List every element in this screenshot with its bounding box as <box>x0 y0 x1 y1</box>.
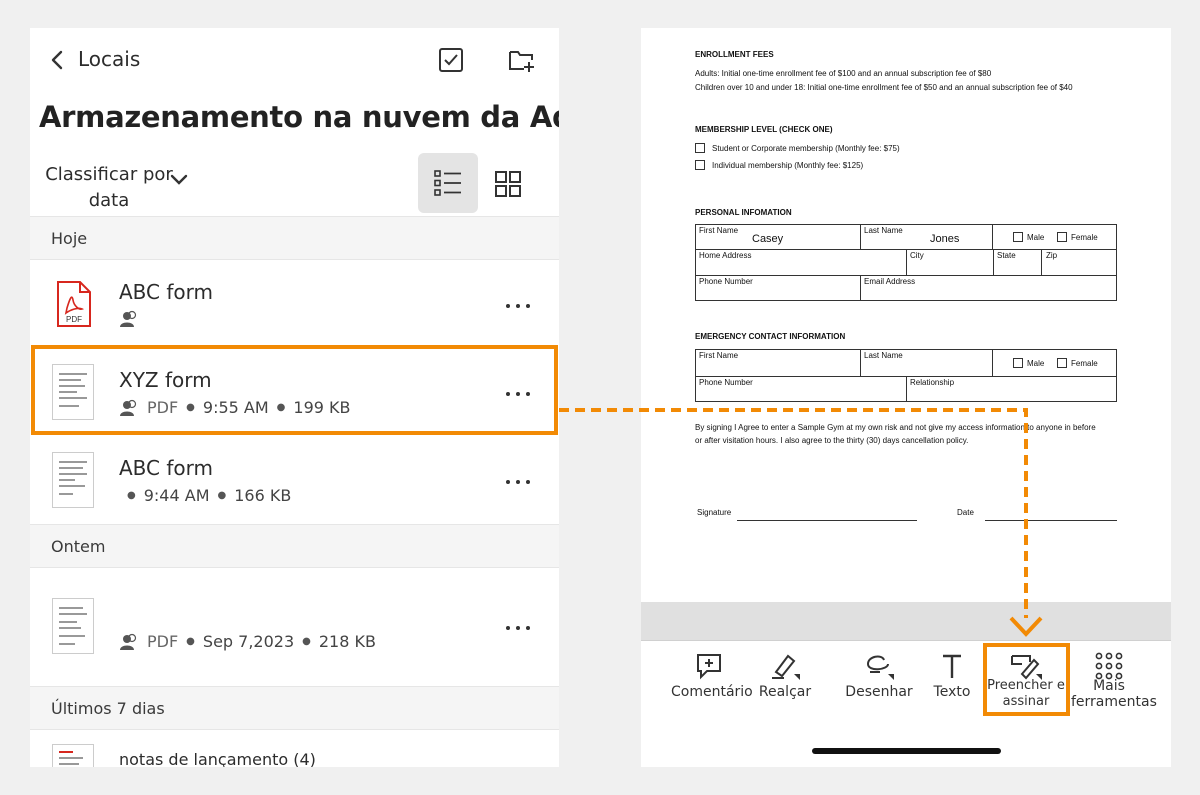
text-tool[interactable]: Texto <box>929 652 975 700</box>
male-checkbox[interactable] <box>1013 232 1023 242</box>
draw-tool[interactable]: Desenhar <box>843 652 915 700</box>
home-indicator <box>812 748 1001 754</box>
document-thumbnail <box>52 452 94 508</box>
sort-dropdown[interactable]: Classificar por data <box>44 162 174 214</box>
more-options-button[interactable] <box>504 478 532 486</box>
highlighter-icon <box>772 654 800 680</box>
selected-file-highlight <box>31 345 558 435</box>
last-name-field[interactable]: Jones <box>930 233 959 245</box>
document-thumbnail <box>52 598 94 654</box>
svg-text:PDF: PDF <box>66 315 82 324</box>
comment-tool[interactable]: Comentário <box>671 652 753 700</box>
document-thumbnail <box>52 744 94 767</box>
female-checkbox[interactable] <box>1057 358 1067 368</box>
back-arrow-icon[interactable] <box>46 48 70 72</box>
more-options-button[interactable] <box>504 624 532 632</box>
file-name: ABC form <box>119 280 214 304</box>
section-header-yesterday: Ontem <box>30 524 559 568</box>
first-name-field[interactable]: Casey <box>752 233 783 245</box>
list-item[interactable]: notas de lançamento (4) <box>30 730 559 767</box>
shared-user-icon <box>120 633 137 650</box>
grid-view-icon[interactable] <box>495 171 521 197</box>
back-label[interactable]: Locais <box>78 47 140 71</box>
shared-user-icon <box>120 310 137 327</box>
male-checkbox[interactable] <box>1013 358 1023 368</box>
fill-sign-highlight <box>983 643 1070 716</box>
select-checkbox-icon[interactable] <box>438 47 464 73</box>
apps-grid-icon <box>1095 652 1123 680</box>
document-viewer-panel: ENROLLMENT FEES Adults: Initial one-time… <box>641 28 1171 767</box>
file-name: notas de lançamento (4) <box>119 750 316 767</box>
female-checkbox[interactable] <box>1057 232 1067 242</box>
membership-checkbox-individual[interactable] <box>695 160 705 170</box>
file-meta: PDF ● Sep 7,2023 ● 218 KB <box>119 632 376 651</box>
new-folder-icon[interactable] <box>508 47 536 73</box>
list-item[interactable]: ABC form ● 9:44 AM ● 166 KB <box>30 436 559 524</box>
file-meta: ● 9:44 AM ● 166 KB <box>127 486 292 505</box>
pdf-file-icon: PDF <box>57 281 91 327</box>
text-icon <box>943 654 961 678</box>
draw-icon <box>866 655 894 680</box>
top-bar: Locais <box>30 28 559 92</box>
chevron-down-icon[interactable] <box>170 174 188 186</box>
list-view-button[interactable] <box>418 153 478 213</box>
section-header-today: Hoje <box>30 216 559 260</box>
section-header-last-7-days: Últimos 7 dias <box>30 686 559 730</box>
connector-arrow <box>559 408 1043 637</box>
page-title: Armazenamento na nuvem da Adobe <box>39 100 559 134</box>
comment-icon <box>697 654 721 680</box>
file-name: ABC form <box>119 456 214 480</box>
list-item[interactable]: PDF ● Sep 7,2023 ● 218 KB <box>30 568 559 686</box>
membership-checkbox-student[interactable] <box>695 143 705 153</box>
highlight-tool[interactable]: Realçar <box>755 652 815 700</box>
list-item[interactable]: PDF ABC form <box>30 260 559 348</box>
more-tools[interactable]: Mais ferramentas <box>1071 652 1157 710</box>
list-view-icon <box>434 170 461 196</box>
more-options-button[interactable] <box>504 302 532 310</box>
